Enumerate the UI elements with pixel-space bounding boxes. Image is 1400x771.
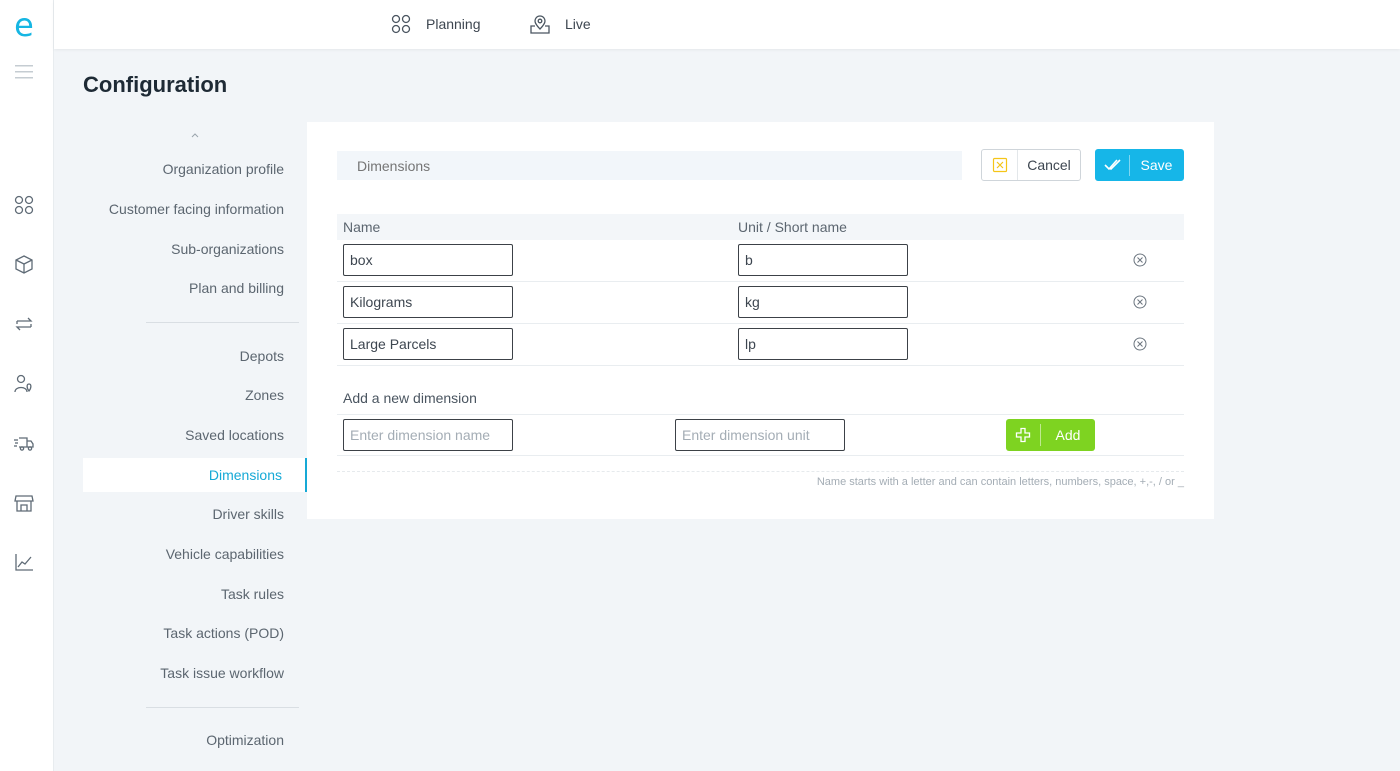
menu-item-sub-organizations[interactable]: Sub-organizations (83, 232, 307, 266)
menu-divider (146, 707, 299, 708)
save-label: Save (1140, 157, 1173, 173)
dimension-name-input[interactable] (343, 286, 513, 318)
delivery-truck-icon[interactable] (13, 432, 35, 454)
left-rail: e (0, 0, 54, 771)
menu-item-optimization[interactable]: Optimization (83, 723, 307, 757)
dimension-unit-input[interactable] (738, 328, 908, 360)
store-icon[interactable] (13, 492, 35, 514)
menu-item-plan-and-billing[interactable]: Plan and billing (83, 271, 307, 305)
menu-item-task-rules[interactable]: Task rules (83, 577, 307, 611)
table-row (337, 324, 1184, 366)
add-dimension-row: Add (337, 414, 1184, 456)
table-row (337, 282, 1184, 324)
cancel-label: Cancel (1027, 157, 1071, 173)
new-dimension-unit-input[interactable] (675, 419, 845, 451)
double-check-icon (1096, 154, 1130, 176)
chevron-up-icon[interactable] (189, 130, 201, 140)
save-button[interactable]: Save (1095, 149, 1184, 181)
menu-item-saved-locations[interactable]: Saved locations (83, 418, 307, 452)
menu-divider (146, 322, 299, 323)
tab-planning[interactable]: Planning (390, 12, 481, 36)
menu-item-zones[interactable]: Zones (83, 378, 307, 412)
new-dimension-name-input[interactable] (343, 419, 513, 451)
menu-item-organization-profile[interactable]: Organization profile (83, 152, 307, 186)
top-bar: Planning Live (54, 0, 1400, 49)
add-button[interactable]: Add (1006, 419, 1095, 451)
dimensions-panel: Cancel Save Name Unit / Short name (307, 122, 1214, 519)
settings-menu: Organization profile Customer facing inf… (83, 122, 307, 771)
nodes-icon[interactable] (13, 194, 35, 216)
user-pin-icon[interactable] (13, 373, 35, 395)
tab-label: Planning (426, 16, 481, 32)
line-chart-icon[interactable] (13, 551, 35, 573)
hamburger-menu-icon[interactable] (15, 65, 33, 79)
add-label: Add (1055, 427, 1081, 443)
menu-item-task-actions[interactable]: Task actions (POD) (83, 616, 307, 650)
remove-circle-icon[interactable] (1132, 294, 1148, 310)
column-header-unit: Unit / Short name (738, 219, 847, 235)
dimensions-title-field[interactable] (337, 151, 962, 180)
menu-item-depots[interactable]: Depots (83, 339, 307, 373)
menu-item-vehicle-capabilities[interactable]: Vehicle capabilities (83, 537, 307, 571)
app-logo[interactable]: e (11, 8, 37, 42)
box-icon[interactable] (13, 254, 35, 276)
remove-circle-icon[interactable] (1132, 252, 1148, 268)
menu-item-driver-skills[interactable]: Driver skills (83, 497, 307, 531)
dimension-name-input[interactable] (343, 328, 513, 360)
remove-circle-icon[interactable] (1132, 336, 1148, 352)
tab-live[interactable]: Live (529, 12, 591, 36)
cancel-button[interactable]: Cancel (981, 149, 1081, 181)
dimension-unit-input[interactable] (738, 244, 908, 276)
add-dimension-label: Add a new dimension (343, 390, 477, 406)
column-header-name: Name (343, 219, 381, 235)
tab-label: Live (565, 16, 591, 32)
plus-icon (1006, 423, 1041, 447)
menu-item-dimensions[interactable]: Dimensions (83, 458, 307, 492)
name-format-hint: Name starts with a letter and can contai… (816, 476, 1184, 488)
close-box-icon (982, 150, 1018, 180)
dimension-unit-input[interactable] (738, 286, 908, 318)
table-header: Name Unit / Short name (337, 214, 1184, 240)
menu-item-task-issue-workflow[interactable]: Task issue workflow (83, 656, 307, 690)
map-pin-icon (530, 15, 550, 34)
nodes-icon (391, 14, 411, 34)
table-row (337, 240, 1184, 282)
swap-icon[interactable] (13, 313, 35, 335)
dimension-name-input[interactable] (343, 244, 513, 276)
page-title: Configuration (83, 72, 228, 97)
menu-item-customer-facing-information[interactable]: Customer facing information (83, 192, 307, 226)
hint-divider (337, 471, 1184, 472)
